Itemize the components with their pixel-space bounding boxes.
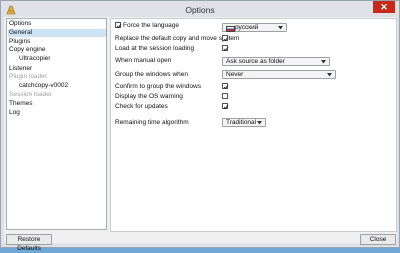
time-algorithm-select[interactable]: Traditional (222, 118, 266, 127)
tree-item-listener[interactable]: Listener (9, 65, 32, 73)
force-language-label: Force the language (123, 22, 180, 29)
group-windows-select[interactable]: Never (222, 70, 336, 79)
tree-item-copy-engine[interactable]: Copy engine (9, 46, 46, 54)
tree-item-options[interactable]: Options (9, 20, 31, 28)
chevron-down-icon (327, 73, 332, 77)
group-windows-select-value: Never (226, 71, 244, 78)
manual-open-label: When manual open (115, 57, 172, 64)
restore-defaults-button[interactable]: Restore Defaults (6, 234, 52, 252)
time-algorithm-label: Remaining time algorithm (115, 119, 189, 126)
tree-item-catchcopy[interactable]: catchcopy-v0002 (19, 82, 68, 90)
check-updates-checkbox[interactable] (222, 103, 229, 110)
tree-item-log[interactable]: Log (9, 109, 20, 117)
load-session-label: Load at the session loading (115, 45, 195, 52)
force-language-checkbox[interactable] (115, 22, 122, 29)
tree-item-general[interactable]: General (8, 29, 106, 37)
russian-flag-icon (226, 26, 235, 32)
load-session-checkbox[interactable] (222, 45, 229, 52)
chevron-down-icon (257, 121, 262, 125)
options-window: Options ✕ Options General Plugins Copy e… (0, 0, 400, 252)
language-select[interactable]: русский (222, 23, 287, 32)
replace-default-checkbox[interactable] (222, 35, 229, 42)
general-settings-panel: Force the language русский Replace the d… (110, 18, 397, 232)
manual-open-select[interactable]: Ask source as folder (222, 57, 330, 66)
window-title: Options (185, 5, 215, 15)
close-icon[interactable]: ✕ (373, 1, 395, 13)
check-updates-label: Check for updates (115, 103, 168, 110)
os-warning-checkbox[interactable] (222, 93, 228, 99)
chevron-down-icon (321, 60, 326, 64)
chevron-down-icon (278, 26, 283, 30)
confirm-group-label: Confirm to group the windows (115, 83, 201, 90)
manual-open-select-value: Ask source as folder (226, 58, 285, 65)
checkmark-icon (223, 104, 229, 110)
time-algorithm-select-value: Traditional (226, 119, 257, 126)
content-area: Options General Plugins Copy engine Ultr… (4, 17, 397, 252)
checkmark-icon (223, 84, 229, 90)
tree-item-plugins[interactable]: Plugins (9, 38, 30, 46)
group-windows-label: Group the windows when (115, 71, 188, 78)
language-select-value: русский (235, 24, 259, 31)
checkmark-icon (116, 23, 122, 29)
confirm-group-checkbox[interactable] (222, 83, 229, 90)
tree-item-ultracopier[interactable]: Ultracopier (19, 55, 50, 63)
close-button[interactable]: Close (360, 234, 396, 245)
tree-item-plugin-loader[interactable]: Plugin loader (9, 73, 47, 81)
replace-default-label: Replace the default copy and move system (115, 35, 240, 42)
tree-item-session-loader[interactable]: Session loader (9, 91, 52, 99)
checkmark-icon (223, 36, 229, 42)
os-warning-label: Display the OS warning (115, 93, 183, 100)
checkmark-icon (223, 46, 229, 52)
tree-item-themes[interactable]: Themes (9, 100, 32, 108)
options-tree[interactable]: Options General Plugins Copy engine Ultr… (6, 18, 107, 230)
